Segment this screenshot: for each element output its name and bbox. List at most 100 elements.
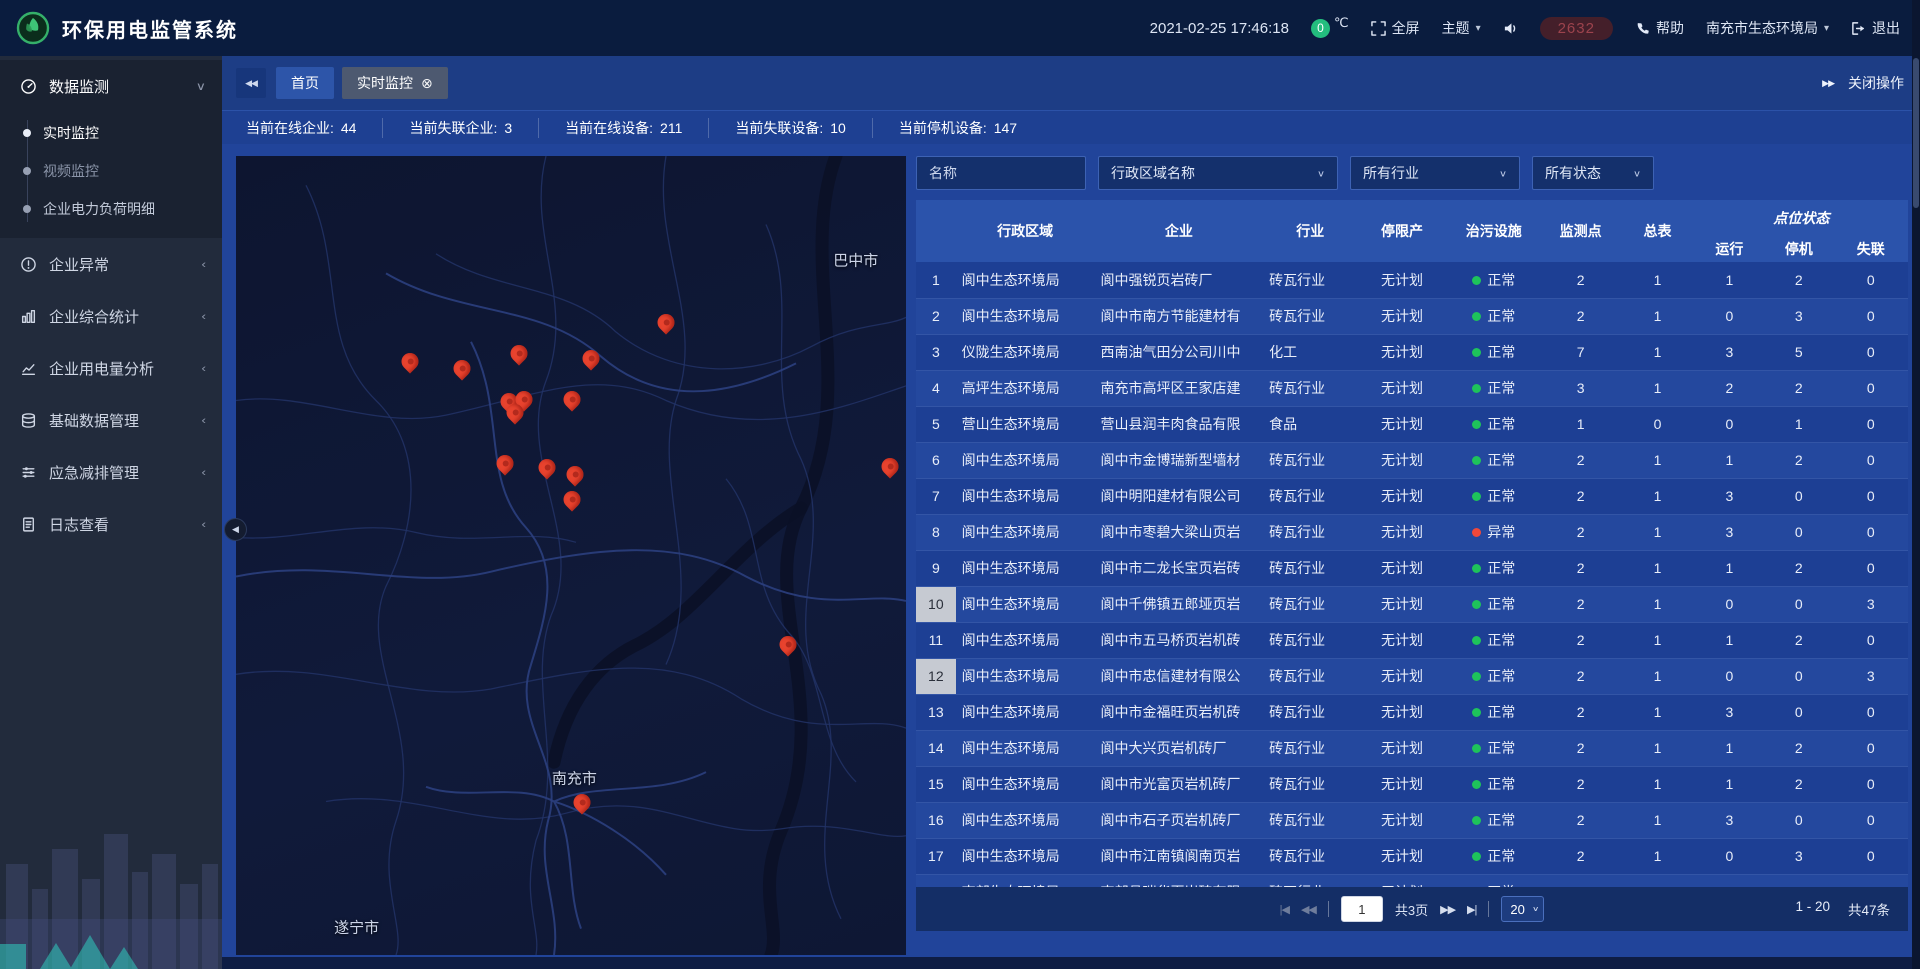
scrollbar-thumb[interactable] xyxy=(1913,58,1919,208)
cell-company: 南充市高坪区王家店建 xyxy=(1095,370,1264,406)
cell-meters: 1 xyxy=(1620,838,1694,874)
cell-index: 17 xyxy=(916,838,956,874)
cell-meters: 1 xyxy=(1620,802,1694,838)
enterprise-table: 行政区域 企业 行业 停限产 治污设施 监测点 总表 点位状态 xyxy=(916,200,1908,887)
table-row[interactable]: 14阆中生态环境局阆中大兴页岩机砖厂砖瓦行业无计划正常21120 xyxy=(916,730,1908,766)
cell-company: 阆中市石子页岩机砖厂 xyxy=(1095,802,1264,838)
page-size-select[interactable]: 20 xyxy=(1501,896,1544,922)
sidebar-subitem-label: 实时监控 xyxy=(43,123,99,143)
cell-region: 阆中生态环境局 xyxy=(956,478,1095,514)
cell-run: 1 xyxy=(1695,766,1764,802)
cell-lost: 3 xyxy=(1834,658,1908,694)
cell-points: 2 xyxy=(1541,550,1620,586)
status-select[interactable]: 所有状态 ∨ xyxy=(1532,156,1654,190)
cell-industry: 砖瓦行业 xyxy=(1263,550,1357,586)
cell-company: 阆中大兴页岩机砖厂 xyxy=(1095,730,1264,766)
table-row[interactable]: 10阆中生态环境局阆中千佛镇五郎垭页岩砖瓦行业无计划正常21003 xyxy=(916,586,1908,622)
cell-meters: 1 xyxy=(1620,262,1694,298)
cell-index: 11 xyxy=(916,622,956,658)
sidebar-item-label: 基础数据管理 xyxy=(49,410,139,431)
status-dot-icon xyxy=(1472,492,1481,501)
table-row[interactable]: 7阆中生态环境局阆中明阳建材有限公司砖瓦行业无计划正常21300 xyxy=(916,478,1908,514)
sidebar-item-log-view[interactable]: 日志查看‹ xyxy=(0,498,222,550)
tab-scroll-right-button[interactable]: ▶▶ xyxy=(1822,78,1834,89)
logout-button[interactable]: 退出 xyxy=(1851,18,1900,38)
table-row[interactable]: 17阆中生态环境局阆中市江南镇阆南页岩砖瓦行业无计划正常21030 xyxy=(916,838,1908,874)
help-button[interactable]: 帮助 xyxy=(1635,18,1684,38)
table-row[interactable]: 2阆中生态环境局阆中市南方节能建材有砖瓦行业无计划正常21030 xyxy=(916,298,1908,334)
sidebar-item-label: 企业综合统计 xyxy=(49,306,139,327)
cell-stop: 0 xyxy=(1764,514,1833,550)
close-icon[interactable]: ⊗ xyxy=(421,75,433,92)
chevron-left-icon: ‹ xyxy=(201,466,206,479)
last-page-button[interactable]: ▶| xyxy=(1467,903,1476,916)
sidebar-item-enterprise-stats[interactable]: 企业综合统计‹ xyxy=(0,290,222,342)
cell-industry: 砖瓦行业 xyxy=(1263,766,1357,802)
cell-limit: 无计划 xyxy=(1357,370,1446,406)
org-dropdown[interactable]: 南充市生态环境局 ▾ xyxy=(1706,18,1829,38)
double-chevron-left-icon: ◀◀ xyxy=(245,78,257,89)
table-row[interactable]: 5营山生态环境局营山县润丰肉食品有限食品无计划正常10010 xyxy=(916,406,1908,442)
cell-limit: 无计划 xyxy=(1357,730,1446,766)
cell-treatment: 正常 xyxy=(1447,298,1541,334)
chart-icon xyxy=(20,360,37,377)
cell-meters: 1 xyxy=(1620,370,1694,406)
chevron-down-icon: ∨ xyxy=(1499,168,1507,178)
tab-home[interactable]: 首页 xyxy=(276,67,334,99)
announcement-button[interactable] xyxy=(1503,21,1518,36)
alert-icon xyxy=(20,256,37,273)
table-row[interactable]: 13阆中生态环境局阆中市金福旺页岩机砖砖瓦行业无计划正常21300 xyxy=(916,694,1908,730)
sidebar-item-label: 企业异常 xyxy=(49,254,109,275)
prev-page-button[interactable]: ◀◀ xyxy=(1301,903,1316,916)
table-row[interactable]: 1阆中生态环境局阆中强锐页岩砖厂砖瓦行业无计划正常21120 xyxy=(916,262,1908,298)
name-search-input[interactable] xyxy=(916,156,1086,190)
fullscreen-button[interactable]: 全屏 xyxy=(1371,18,1420,38)
sidebar-item-emergency-mgmt[interactable]: 应急减排管理‹ xyxy=(0,446,222,498)
cell-lost: 0 xyxy=(1834,478,1908,514)
cell-treatment: 正常 xyxy=(1447,694,1541,730)
tab-realtime[interactable]: 实时监控⊗ xyxy=(342,67,448,99)
region-select[interactable]: 行政区域名称 ∨ xyxy=(1098,156,1338,190)
sidebar-item-power-analysis[interactable]: 企业用电量分析‹ xyxy=(0,342,222,394)
cell-lost: 0 xyxy=(1834,370,1908,406)
table-row[interactable]: 18南部生态环境局南部县瑞华页岩砖有限砖瓦行业无计划正常21030 xyxy=(916,874,1908,887)
col-header-points: 监测点 xyxy=(1541,200,1620,262)
page-input[interactable] xyxy=(1341,896,1383,922)
status-dot-icon xyxy=(1472,276,1481,285)
industry-select[interactable]: 所有行业 ∨ xyxy=(1350,156,1520,190)
close-operations-button[interactable]: 关闭操作 xyxy=(1848,73,1904,93)
table-row[interactable]: 3仪陇生态环境局西南油气田分公司川中化工无计划正常71350 xyxy=(916,334,1908,370)
tabbar-actions: ▶▶ 关闭操作 xyxy=(1822,73,1904,93)
sidebar-subitem-realtime-monitor[interactable]: 实时监控 xyxy=(0,114,222,152)
cell-limit: 无计划 xyxy=(1357,838,1446,874)
cell-stop: 2 xyxy=(1764,262,1833,298)
datetime: 2021-02-25 17:46:18 xyxy=(1150,20,1289,37)
cell-limit: 无计划 xyxy=(1357,550,1446,586)
table-row[interactable]: 6阆中生态环境局阆中市金博瑞新型墙材砖瓦行业无计划正常21120 xyxy=(916,442,1908,478)
tab-scroll-left-button[interactable]: ◀◀ xyxy=(236,68,266,98)
cell-points: 1 xyxy=(1541,406,1620,442)
cell-meters: 1 xyxy=(1620,694,1694,730)
sidebar-item-data-monitor[interactable]: 数据监测∨ xyxy=(0,60,222,112)
sidebar-item-base-data[interactable]: 基础数据管理‹ xyxy=(0,394,222,446)
theme-dropdown[interactable]: 主题 ▾ xyxy=(1442,18,1481,38)
vertical-scrollbar[interactable] xyxy=(1912,0,1920,969)
table-row[interactable]: 9阆中生态环境局阆中市二龙长宝页岩砖砖瓦行业无计划正常21120 xyxy=(916,550,1908,586)
map[interactable]: 巴中市南充市遂宁市 xyxy=(236,156,906,955)
first-page-button[interactable]: |◀ xyxy=(1280,903,1289,916)
next-page-button[interactable]: ▶▶ xyxy=(1440,903,1455,916)
notification-count-badge[interactable]: 2632 xyxy=(1540,17,1613,40)
cell-lost: 0 xyxy=(1834,802,1908,838)
cell-stop: 2 xyxy=(1764,766,1833,802)
map-collapse-button[interactable]: ◀ xyxy=(224,518,247,541)
table-row[interactable]: 16阆中生态环境局阆中市石子页岩机砖厂砖瓦行业无计划正常21300 xyxy=(916,802,1908,838)
sidebar-subitem-video-monitor[interactable]: 视频监控 xyxy=(0,152,222,190)
table-row[interactable]: 8阆中生态环境局阆中市枣碧大梁山页岩砖瓦行业无计划异常21300 xyxy=(916,514,1908,550)
table-row[interactable]: 4高坪生态环境局南充市高坪区王家店建砖瓦行业无计划正常31220 xyxy=(916,370,1908,406)
table-row[interactable]: 11阆中生态环境局阆中市五马桥页岩机砖砖瓦行业无计划正常21120 xyxy=(916,622,1908,658)
status-dot-icon xyxy=(1472,348,1481,357)
table-row[interactable]: 15阆中生态环境局阆中市光富页岩机砖厂砖瓦行业无计划正常21120 xyxy=(916,766,1908,802)
sidebar-item-enterprise-abnormal[interactable]: 企业异常‹ xyxy=(0,238,222,290)
sidebar-subitem-power-load-detail[interactable]: 企业电力负荷明细 xyxy=(0,190,222,228)
table-row[interactable]: 12阆中生态环境局阆中市忠信建材有限公砖瓦行业无计划正常21003 xyxy=(916,658,1908,694)
